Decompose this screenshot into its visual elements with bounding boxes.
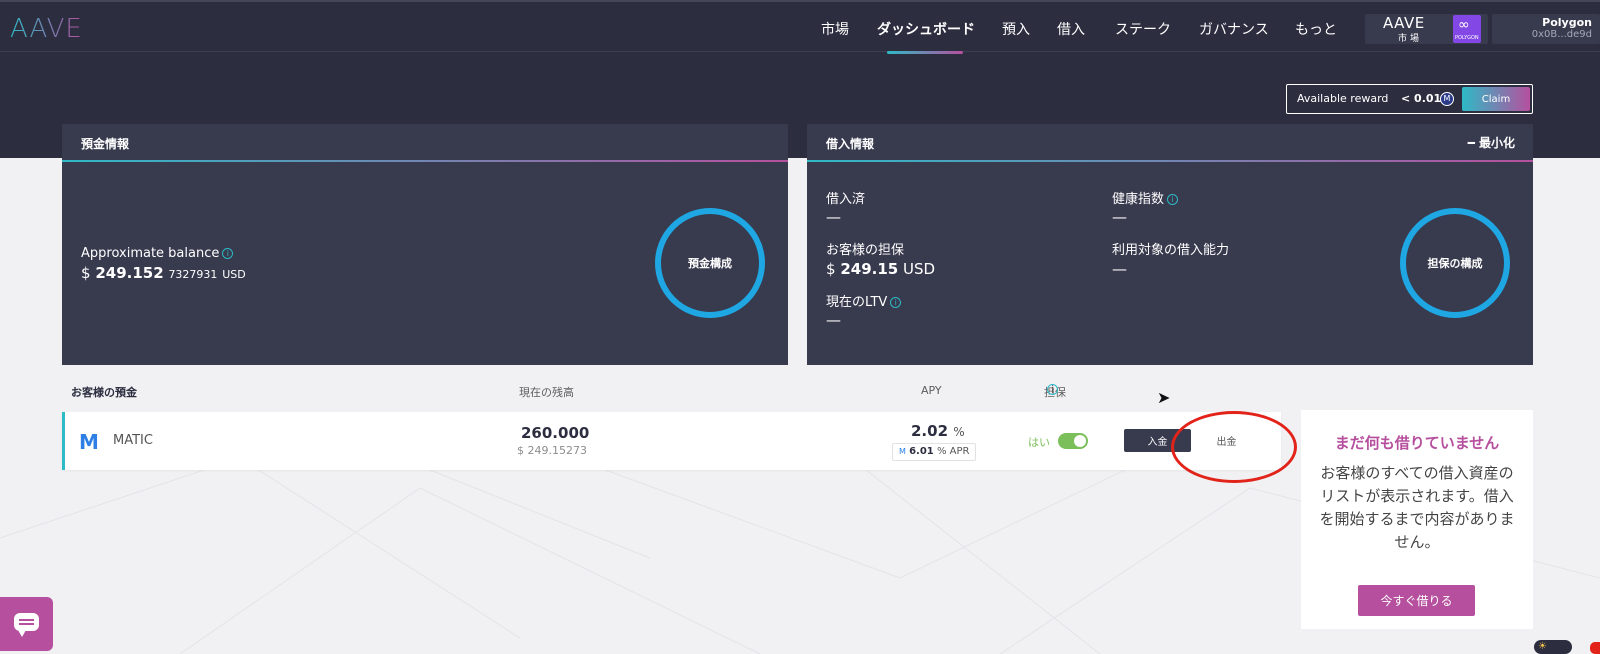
polygon-icon: ∞: [1458, 17, 1470, 33]
borrow-info-header: 借入情報 ━ 最小化: [807, 124, 1533, 162]
approx-balance-label: Approximate balance i: [81, 246, 234, 261]
borrow-info-title: 借入情報: [826, 137, 875, 151]
sun-icon: ☀: [1538, 641, 1547, 652]
wallet-button[interactable]: Polygon 0x0B...de9d: [1492, 14, 1600, 44]
nav-item-borrow[interactable]: 借入: [1057, 19, 1085, 39]
info-icon[interactable]: i: [1167, 194, 1179, 205]
minimize-button[interactable]: ━ 最小化: [1468, 134, 1515, 151]
wallet-address: 0x0B...de9d: [1531, 29, 1592, 40]
polygon-badge-label: POLYGON: [1455, 35, 1479, 41]
wallet-network: Polygon: [1542, 16, 1592, 29]
header-apy: APY: [921, 384, 942, 397]
deposit-info-title: 預金情報: [81, 137, 130, 151]
info-icon[interactable]: i: [222, 248, 234, 259]
polygon-badge: ∞ POLYGON: [1453, 15, 1481, 43]
header-deposits: お客様の預金: [71, 386, 137, 399]
deposits-table-header: お客様の預金 現在の残高 APY 担保 i: [71, 383, 1066, 399]
health-factor-value: —: [1112, 208, 1127, 226]
reward-label: Available reward: [1297, 92, 1389, 105]
nav-item-deposit[interactable]: 預入: [1002, 19, 1030, 39]
borrow-info-panel: 借入情報 ━ 最小化 借入済 — お客様の担保 $ 249.15 USD 現在の…: [807, 124, 1533, 365]
claim-button[interactable]: Claim: [1462, 87, 1530, 111]
deposit-info-panel: 預金情報 Approximate balance i $ 249.152 7327…: [62, 124, 788, 365]
matic-small-icon: M: [899, 447, 906, 456]
empty-borrows-title: まだ何も借りていません: [1334, 434, 1500, 452]
reward-token-icon: M: [1440, 92, 1454, 106]
balance-amount: 260.000: [521, 424, 590, 442]
borrow-capacity-label: 利用対象の借入能力: [1112, 243, 1230, 258]
apy-value: 2.02 %: [911, 422, 965, 440]
info-icon[interactable]: i: [890, 297, 902, 308]
highlight-annotation: [1171, 411, 1297, 483]
corner-indicator: [1590, 642, 1600, 654]
borrows-empty-card: まだ何も借りていません お客様のすべての借入資産のリストが表示されます。借入を開…: [1301, 410, 1533, 629]
borrowed-label: 借入済: [826, 192, 866, 207]
asset-name: MATIC: [113, 433, 153, 448]
theme-toggle[interactable]: ☀: [1534, 640, 1572, 654]
borrow-capacity-value: —: [1112, 260, 1127, 278]
main-nav: 市場 ダッシュボード 預入 借入 ステーク ガバナンス もっと: [0, 19, 1600, 39]
reward-box: Available reward < 0.01 M Claim: [1286, 84, 1533, 114]
header-balance: 現在の残高: [519, 386, 574, 399]
ltv-label: 現在のLTV i: [826, 291, 902, 310]
mouse-cursor-icon: ➤: [1157, 388, 1171, 407]
chat-icon-lines: [19, 619, 34, 621]
nav-item-governance[interactable]: ガバナンス: [1199, 19, 1269, 39]
matic-icon: M: [79, 430, 99, 454]
market-sub-label: 市場: [1398, 34, 1423, 44]
nav-item-stake[interactable]: ステーク: [1115, 19, 1171, 39]
deposit-info-header: 預金情報: [62, 124, 788, 162]
top-header: AAVE 市場 ダッシュボード 預入 借入 ステーク ガバナンス もっと AAV…: [0, 0, 1600, 52]
collateral-composition-ring[interactable]: 担保の構成: [1400, 208, 1510, 318]
nav-item-dashboard[interactable]: ダッシュボード: [877, 19, 975, 39]
reward-value: < 0.01: [1401, 92, 1442, 105]
collateral-label: お客様の担保: [826, 243, 905, 258]
table-row[interactable]: M MATIC 260.000 $ 249.15273 2.02 % M 6.0…: [62, 412, 1281, 470]
chat-icon: [14, 613, 39, 637]
nav-item-markets[interactable]: 市場: [821, 19, 849, 39]
chat-button[interactable]: [0, 597, 53, 651]
health-factor-label: 健康指数 i: [1112, 188, 1179, 207]
approx-balance-value: $ 249.152 7327931 USD: [81, 264, 246, 282]
collateral-status: はい: [1028, 436, 1050, 449]
toggle-knob: [1074, 435, 1086, 447]
collateral-value: $ 249.15 USD: [826, 260, 936, 278]
deposit-composition-ring[interactable]: 預金構成: [655, 208, 765, 318]
market-brand: AAVE: [1383, 14, 1425, 32]
empty-borrows-description: お客様のすべての借入資産のリストが表示されます。借入を開始するまで内容がありませ…: [1319, 464, 1515, 551]
active-nav-underline: [887, 51, 963, 54]
ltv-value: —: [826, 311, 841, 329]
collateral-toggle[interactable]: [1058, 433, 1088, 449]
apr-badge: M 6.01 % APR: [892, 443, 976, 461]
borrowed-value: —: [826, 208, 841, 226]
nav-item-more[interactable]: もっと: [1295, 19, 1337, 39]
balance-usd: $ 249.15273: [517, 444, 587, 457]
market-selector[interactable]: AAVE 市場 ∞ POLYGON: [1365, 14, 1488, 44]
info-icon[interactable]: i: [1047, 384, 1058, 395]
borrow-now-button[interactable]: 今すぐ借りる: [1358, 585, 1475, 616]
